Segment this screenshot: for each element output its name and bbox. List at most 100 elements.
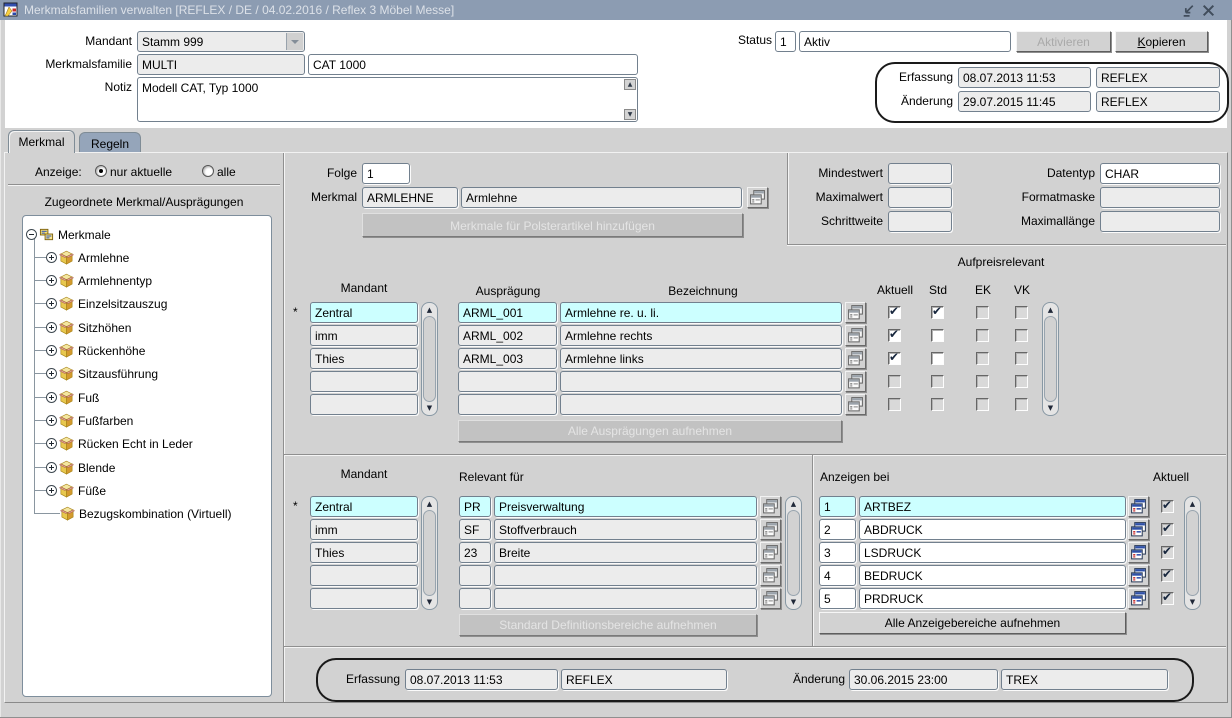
aktuell-checkbox[interactable] [888, 352, 901, 365]
anzeigen-name-cell[interactable]: ARTBEZ [859, 496, 1126, 517]
anzeigen-nr-cell[interactable]: 3 [819, 542, 856, 563]
anzeigen-editor-button[interactable] [1128, 519, 1149, 540]
kopieren-button[interactable]: Kopieren [1115, 31, 1208, 52]
radio-alle[interactable] [202, 165, 214, 177]
mandant-cell[interactable]: Thies [310, 348, 418, 369]
bezeichnung-editor-button[interactable] [845, 394, 866, 415]
std-checkbox[interactable] [931, 306, 944, 319]
bezeichnung-cell[interactable] [560, 371, 842, 392]
anzeigen-editor-button[interactable] [1128, 542, 1149, 563]
folge-field[interactable]: 1 [362, 163, 410, 184]
merkmal-code-field[interactable]: ARMLEHNE [362, 187, 458, 208]
tree-item[interactable]: Armlehnentyp [23, 269, 269, 292]
bezeichnung-cell[interactable]: Armlehne links [560, 348, 842, 369]
tree-item[interactable]: Fuß [23, 386, 269, 409]
mandant-cell[interactable]: imm [310, 325, 418, 346]
relevant-editor-button[interactable] [760, 496, 781, 517]
relevant-editor-button[interactable] [760, 588, 781, 609]
anzeigen-name-cell[interactable]: BEDRUCK [859, 565, 1126, 586]
tree-item[interactable]: Einzelsitzauszug [23, 292, 269, 315]
tree-item[interactable]: Armlehne [23, 246, 269, 269]
expand-icon[interactable] [46, 298, 57, 309]
tree-item[interactable]: Sitzhöhen [23, 316, 269, 339]
merkmal-editor-button[interactable] [747, 187, 768, 208]
tree-item[interactable]: Rücken Echt in Leder [23, 432, 269, 455]
relevant-code-cell[interactable] [459, 565, 491, 586]
expand-icon[interactable] [46, 345, 57, 356]
notiz-field[interactable]: Modell CAT, Typ 1000 ▲ ▼ [137, 77, 638, 122]
bezeichnung-editor-button[interactable] [845, 348, 866, 369]
relevant-name-cell[interactable] [494, 565, 757, 586]
expand-icon[interactable] [46, 415, 57, 426]
mandant-cell[interactable]: imm [310, 519, 418, 540]
relevant-code-cell[interactable]: 23 [459, 542, 491, 563]
alle-anzeigebereiche-button[interactable]: Alle Anzeigebereiche aufnehmen [819, 612, 1126, 634]
auspraegung-cell[interactable]: ARML_001 [458, 302, 557, 323]
relevant-name-cell[interactable]: Preisverwaltung [494, 496, 757, 517]
std-checkbox[interactable] [931, 329, 944, 342]
relevant-editor-button[interactable] [760, 565, 781, 586]
auspraegung-cell[interactable]: ARML_003 [458, 348, 557, 369]
expand-icon[interactable] [46, 368, 57, 379]
collapse-icon[interactable] [26, 229, 37, 240]
tree-root[interactable]: Merkmale [23, 223, 269, 246]
auspraegung-cell[interactable] [458, 371, 557, 392]
tab-regeln[interactable]: Regeln [79, 132, 141, 153]
close-window-icon[interactable] [1201, 3, 1216, 18]
mandant-cell[interactable]: Thies [310, 542, 418, 563]
expand-icon[interactable] [46, 438, 57, 449]
anzeigen-editor-button[interactable] [1128, 496, 1149, 517]
std-checkbox[interactable] [931, 352, 944, 365]
anzeigen-nr-cell[interactable]: 1 [819, 496, 856, 517]
relevant-name-cell[interactable]: Breite [494, 542, 757, 563]
tree-item[interactable]: Bezugskombination (Virtuell) [23, 502, 269, 525]
anzeigen-scrollbar[interactable]: ▲▼ [1184, 496, 1201, 610]
chevron-down-icon[interactable] [286, 33, 303, 50]
tab-merkmal[interactable]: Merkmal [8, 130, 75, 153]
tree-item[interactable]: Füße [23, 479, 269, 502]
bezeichnung-editor-button[interactable] [845, 371, 866, 392]
radio-nur-aktuelle[interactable] [95, 165, 107, 177]
anzeigen-name-cell[interactable]: ABDRUCK [859, 519, 1126, 540]
relevant-editor-button[interactable] [760, 519, 781, 540]
mandant-cell[interactable] [310, 371, 418, 392]
status-code-field[interactable]: 1 [775, 31, 796, 52]
expand-icon[interactable] [46, 275, 57, 286]
tree-item[interactable]: Fußfarben [23, 409, 269, 432]
relevant-scrollbar[interactable]: ▲▼ [785, 496, 802, 610]
relevant-name-cell[interactable]: Stoffverbrauch [494, 519, 757, 540]
bezeichnung-editor-button[interactable] [845, 325, 866, 346]
scroll-up-icon[interactable]: ▲ [624, 79, 636, 90]
mandant-cell[interactable] [310, 394, 418, 415]
aktuell-checkbox[interactable] [888, 329, 901, 342]
datentyp-field[interactable]: CHAR [1100, 163, 1220, 184]
familie-name-field[interactable]: CAT 1000 [308, 54, 638, 75]
scroll-down-icon[interactable]: ▼ [624, 109, 636, 120]
bezeichnung-editor-button[interactable] [845, 302, 866, 323]
expand-icon[interactable] [46, 392, 57, 403]
anzeigen-editor-button[interactable] [1128, 588, 1149, 609]
mandant-cell[interactable] [310, 588, 418, 609]
merkmal-name-field[interactable]: Armlehne [461, 187, 742, 208]
status-value-field[interactable]: Aktiv [799, 31, 1011, 52]
expand-icon[interactable] [46, 462, 57, 473]
mandant-dropdown[interactable]: Stamm 999 [137, 31, 305, 52]
anzeigen-name-cell[interactable]: LSDRUCK [859, 542, 1126, 563]
anzeigen-nr-cell[interactable]: 2 [819, 519, 856, 540]
tree-item[interactable]: Blende [23, 456, 269, 479]
relevant-editor-button[interactable] [760, 542, 781, 563]
mandant-scrollbar[interactable]: ▲▼ [421, 496, 438, 610]
anzeigen-editor-button[interactable] [1128, 565, 1149, 586]
tree-item[interactable]: Rückenhöhe [23, 339, 269, 362]
relevant-code-cell[interactable] [459, 588, 491, 609]
mandant-cell[interactable]: Zentral [310, 302, 418, 323]
relevant-name-cell[interactable] [494, 588, 757, 609]
mandant-scrollbar[interactable]: ▲▼ [421, 302, 438, 416]
anzeigen-nr-cell[interactable]: 4 [819, 565, 856, 586]
mandant-cell[interactable]: Zentral [310, 496, 418, 517]
auspraegungen-scrollbar[interactable]: ▲▼ [1042, 302, 1059, 416]
anzeigen-name-cell[interactable]: PRDRUCK [859, 588, 1126, 609]
aktuell-checkbox[interactable] [888, 306, 901, 319]
mandant-cell[interactable] [310, 565, 418, 586]
tree-item[interactable]: Sitzausführung [23, 362, 269, 385]
